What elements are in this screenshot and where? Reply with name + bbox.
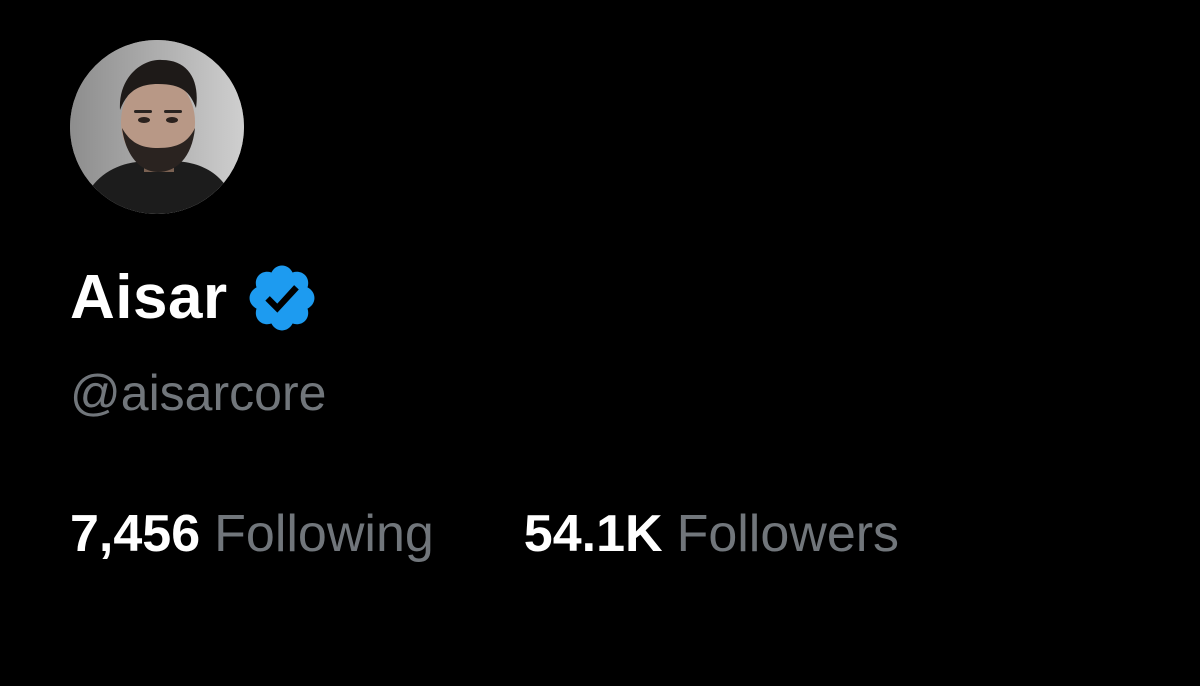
following-count: 7,456 bbox=[70, 505, 201, 563]
following-label: Following bbox=[214, 505, 434, 563]
followers-count: 54.1K bbox=[523, 505, 663, 563]
followers-link[interactable]: 54.1K Followers bbox=[524, 508, 899, 560]
name-row: Aisar bbox=[70, 258, 320, 338]
followers-label: Followers bbox=[676, 505, 900, 563]
following-link[interactable]: 7,456 Following bbox=[70, 508, 434, 560]
profile-stats: 7,456 Following 54.1K Followers bbox=[70, 508, 899, 560]
avatar-photo-icon bbox=[70, 40, 244, 214]
profile-header: Aisar @aisarcore 7,456 Following 54.1K F… bbox=[0, 0, 1200, 686]
display-name: Aisar bbox=[70, 263, 228, 332]
avatar[interactable] bbox=[70, 40, 244, 214]
verified-badge-icon[interactable] bbox=[244, 260, 320, 336]
handle: @aisarcore bbox=[70, 365, 327, 421]
